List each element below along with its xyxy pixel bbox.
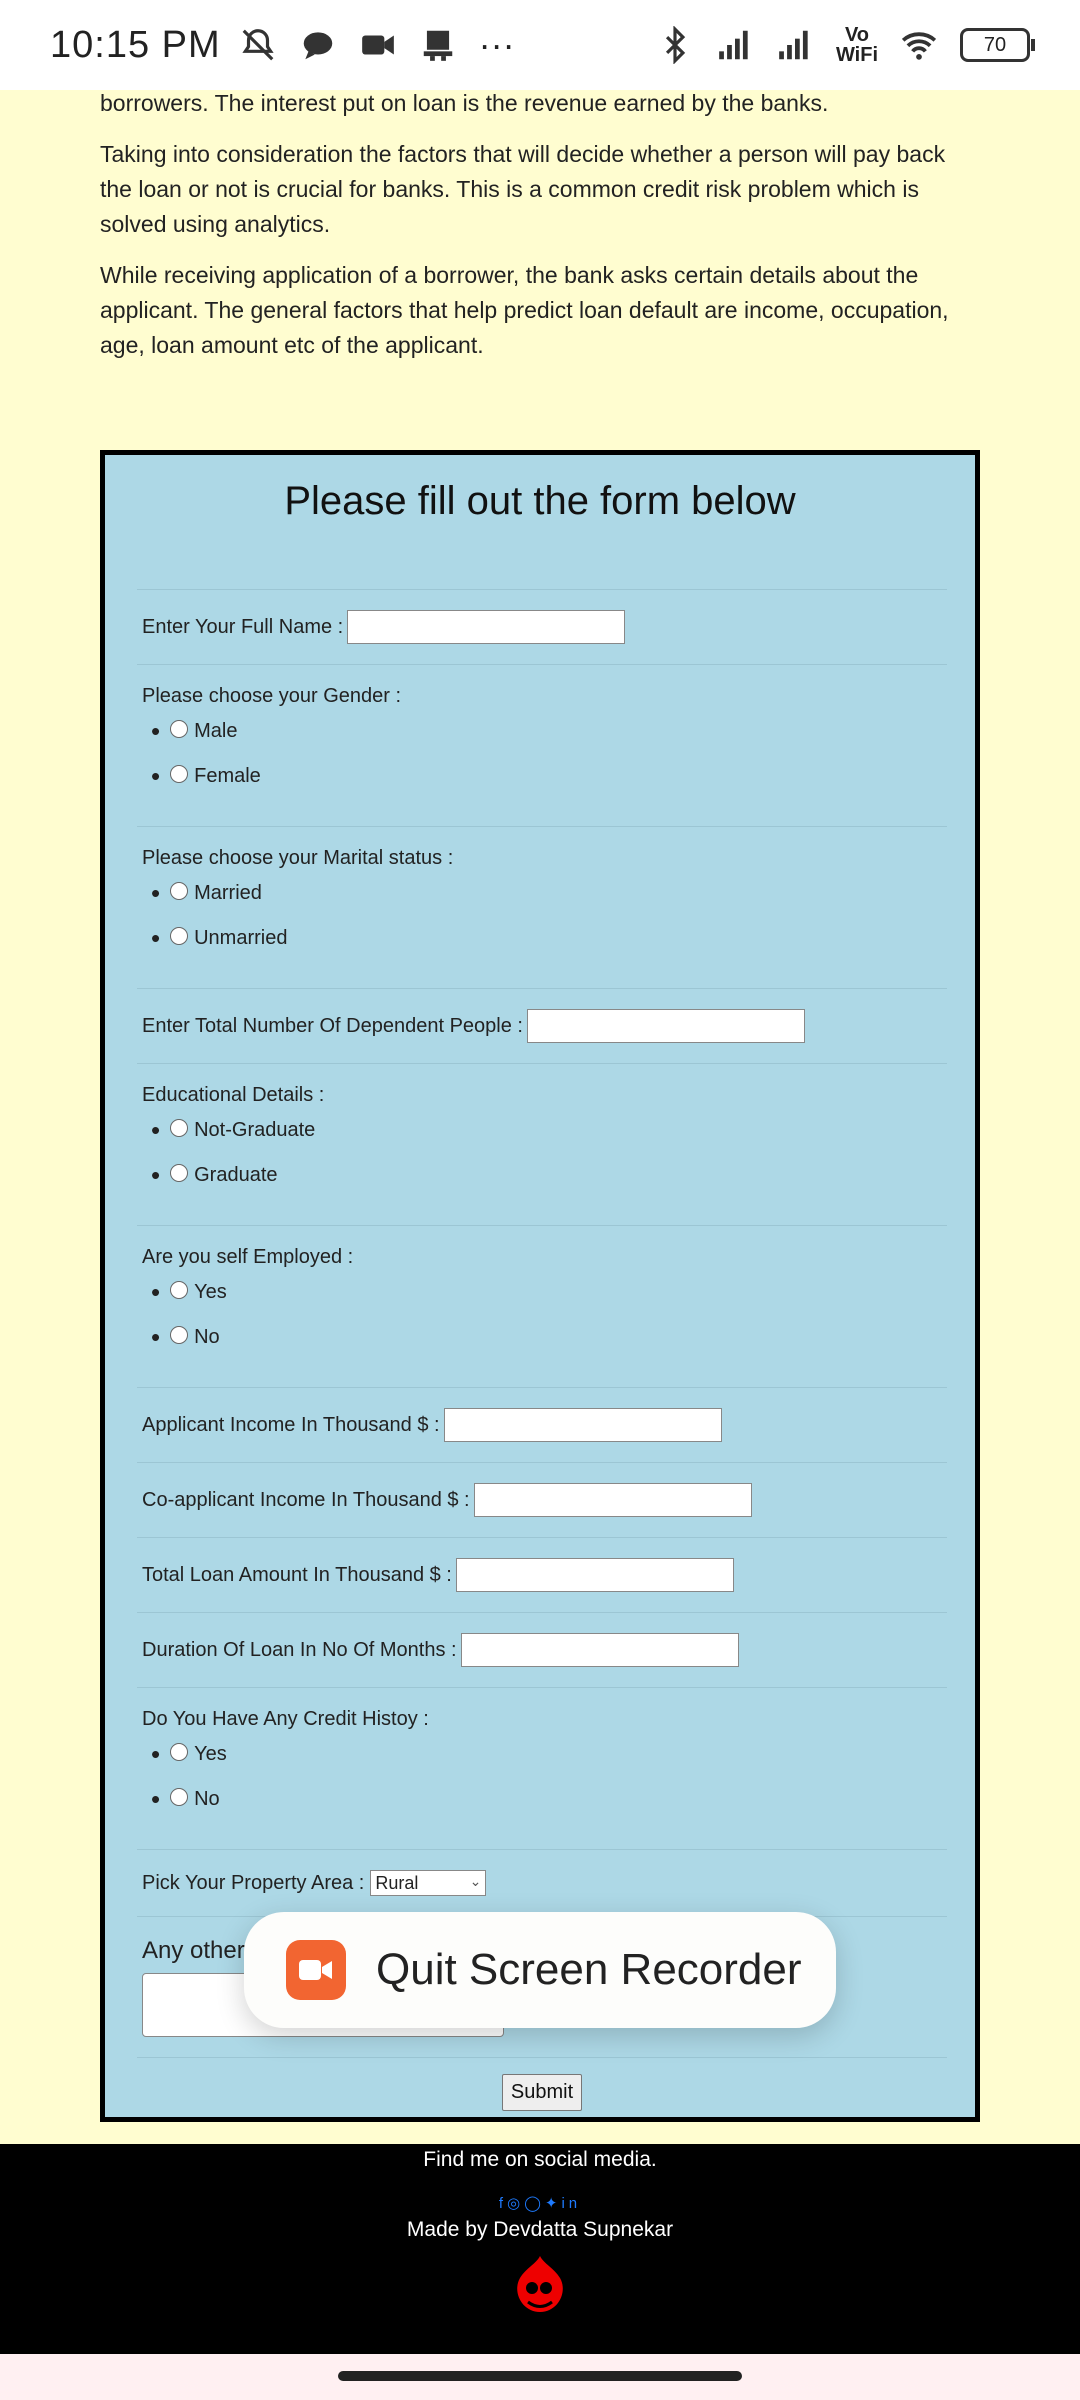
twitter-icon[interactable]: ✦: [545, 2195, 562, 2212]
intro-paragraph-1: borrowers. The interest put on loan is t…: [100, 90, 829, 116]
credit-history-option-yes[interactable]: Yes: [167, 1739, 942, 1770]
dependents-label: Enter Total Number Of Dependent People :: [142, 1014, 523, 1037]
loan-amount-section: Total Loan Amount In Thousand $ :: [137, 1537, 947, 1612]
self-employed-label: Are you self Employed :: [142, 1246, 354, 1268]
loan-duration-label: Duration Of Loan In No Of Months :: [142, 1638, 457, 1661]
chat-bubble-icon: [303, 32, 332, 60]
credit-history-yes-radio[interactable]: [170, 1742, 189, 1761]
property-area-select[interactable]: Rural ⌄: [370, 1870, 487, 1896]
full-name-section: Enter Your Full Name :: [137, 589, 947, 664]
loan-duration-section: Duration Of Loan In No Of Months :: [137, 1612, 947, 1687]
education-graduate-radio[interactable]: [170, 1163, 189, 1182]
page-footer: Find me on social media. f◎◯✦in Made by …: [0, 2144, 1080, 2354]
credit-history-option-no[interactable]: No: [167, 1784, 942, 1815]
wifi-icon: [901, 32, 937, 60]
credit-history-no-radio[interactable]: [170, 1787, 189, 1806]
property-area-label: Pick Your Property Area :: [142, 1871, 365, 1894]
coapplicant-income-section: Co-applicant Income In Thousand $ :: [137, 1462, 947, 1537]
marital-option-unmarried[interactable]: Unmarried: [167, 923, 942, 954]
coapplicant-income-label: Co-applicant Income In Thousand $ :: [142, 1488, 470, 1511]
self-employed-yes-radio[interactable]: [170, 1280, 189, 1299]
instagram-icon[interactable]: ◎: [507, 2195, 524, 2212]
applicant-income-section: Applicant Income In Thousand $ :: [137, 1387, 947, 1462]
coapplicant-income-input[interactable]: [473, 1483, 752, 1517]
loan-duration-input[interactable]: [460, 1633, 739, 1667]
gender-option-female[interactable]: Female: [167, 761, 942, 792]
self-employed-no-radio[interactable]: [170, 1325, 189, 1344]
submit-section: Submit: [137, 2057, 947, 2111]
linkedin-icon[interactable]: in: [561, 2195, 581, 2212]
education-option-not-graduate[interactable]: Not-Graduate: [167, 1115, 942, 1146]
submit-button[interactable]: Submit: [501, 2074, 583, 2111]
intro-text: borrowers. The interest put on loan is t…: [100, 86, 980, 379]
quit-screen-recorder-label: Quit Screen Recorder: [376, 1945, 802, 1994]
form-title: Please fill out the form below: [284, 479, 796, 523]
marital-label: Please choose your Marital status :: [142, 847, 454, 869]
intro-paragraph-3: While receiving application of a borrowe…: [100, 262, 949, 358]
made-by-text: Made by Devdatta Supnekar: [406, 2218, 674, 2241]
battery-icon: 70: [960, 28, 1035, 62]
loan-form-card: Please fill out the form below Enter You…: [100, 450, 980, 2122]
intro-paragraph-2: Taking into consideration the factors th…: [100, 141, 946, 237]
education-option-graduate[interactable]: Graduate: [167, 1160, 942, 1191]
download-tray-icon: [423, 30, 452, 61]
mute-bell-icon: [242, 29, 274, 61]
education-section: Educational Details : Not-Graduate Gradu…: [137, 1063, 947, 1225]
gender-option-male[interactable]: Male: [167, 716, 942, 747]
self-employed-section: Are you self Employed : Yes No: [137, 1225, 947, 1387]
dependents-input[interactable]: [526, 1009, 805, 1043]
drupal-logo-icon: [517, 2256, 563, 2312]
credit-history-section: Do You Have Any Credit Histoy : Yes No: [137, 1687, 947, 1849]
marital-option-married[interactable]: Married: [167, 878, 942, 909]
social-heading: Find me on social media.: [423, 2148, 657, 2171]
property-area-section: Pick Your Property Area : Rural ⌄: [137, 1849, 947, 1916]
credit-history-label: Do You Have Any Credit Histoy :: [142, 1708, 429, 1730]
more-notifications-icon: ···: [478, 24, 515, 65]
marital-section: Please choose your Marital status : Marr…: [137, 826, 947, 988]
loan-amount-label: Total Loan Amount In Thousand $ :: [142, 1563, 452, 1586]
full-name-input[interactable]: [347, 610, 626, 644]
education-not-graduate-radio[interactable]: [170, 1118, 189, 1137]
marital-unmarried-radio[interactable]: [170, 926, 189, 945]
social-links: f◎◯✦in: [0, 2194, 1080, 2212]
applicant-income-input[interactable]: [443, 1408, 722, 1442]
home-indicator[interactable]: [338, 2371, 742, 2381]
self-employed-option-no[interactable]: No: [167, 1322, 942, 1353]
gender-section: Please choose your Gender : Male Female: [137, 664, 947, 826]
chevron-down-icon: ⌄: [469, 1873, 482, 1889]
education-label: Educational Details :: [142, 1084, 325, 1106]
self-employed-option-yes[interactable]: Yes: [167, 1277, 942, 1308]
quit-screen-recorder-button[interactable]: Quit Screen Recorder: [244, 1912, 836, 2028]
marital-married-radio[interactable]: [170, 881, 189, 900]
loan-amount-input[interactable]: [455, 1558, 734, 1592]
signal-strength-2-icon: [779, 30, 808, 60]
signal-strength-icon: [719, 30, 748, 60]
github-icon[interactable]: ◯: [524, 2195, 545, 2212]
status-bar: 10:15 PM ··· Vo WiFi 70: [0, 0, 1080, 90]
video-camera-icon: [361, 35, 394, 55]
vowifi-icon: Vo WiFi: [835, 24, 878, 66]
gender-male-radio[interactable]: [170, 719, 189, 738]
gender-female-radio[interactable]: [170, 764, 189, 783]
applicant-income-label: Applicant Income In Thousand $ :: [142, 1413, 440, 1436]
dependents-section: Enter Total Number Of Dependent People :: [137, 988, 947, 1063]
bluetooth-icon: [665, 26, 686, 64]
status-time: 10:15 PM: [50, 23, 221, 66]
facebook-icon[interactable]: f: [499, 2195, 507, 2212]
screen-recorder-icon: [286, 1940, 346, 2000]
loan-form: Enter Your Full Name : Please choose you…: [137, 589, 947, 2111]
gender-label: Please choose your Gender :: [142, 685, 402, 707]
full-name-label: Enter Your Full Name :: [142, 615, 344, 638]
